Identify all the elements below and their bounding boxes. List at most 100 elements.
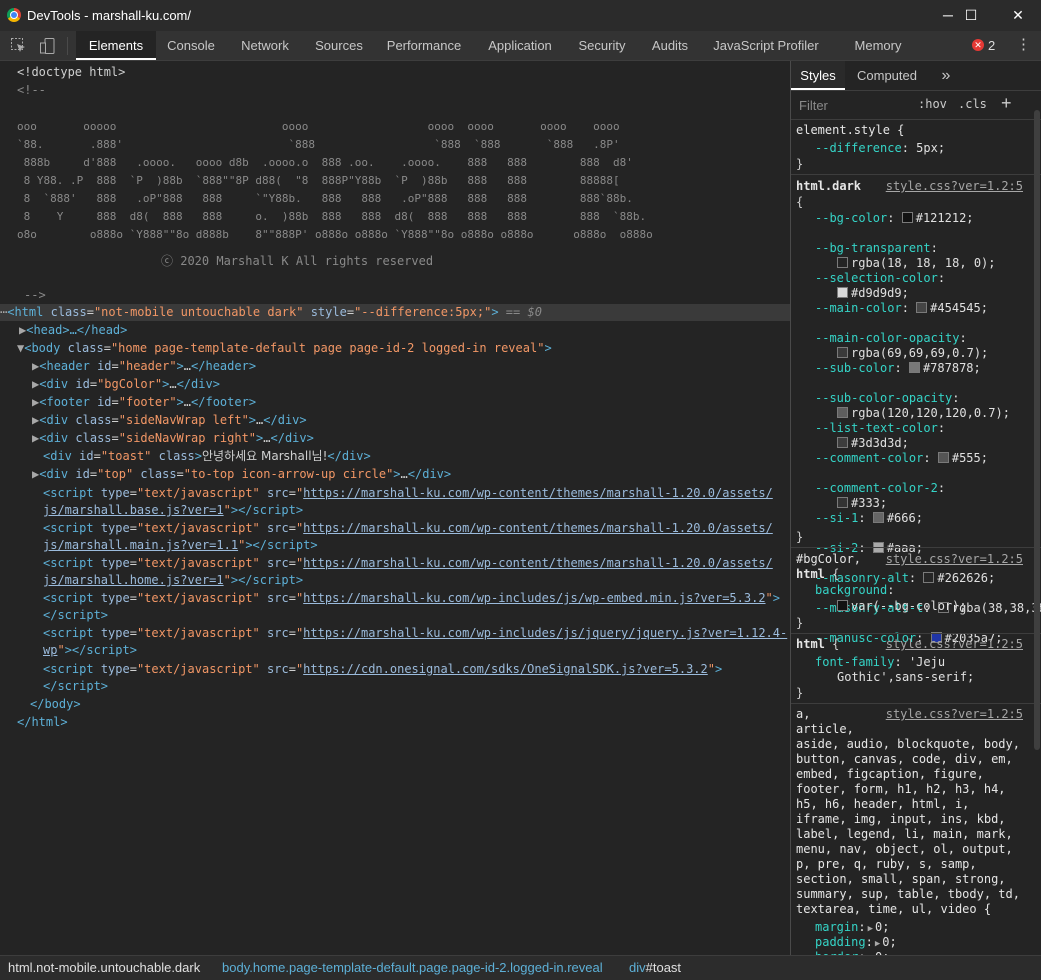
css-variable-declaration[interactable]: --main-color: #454545;	[815, 301, 1041, 316]
reset-selector-line[interactable]: menu, nav, object, ol, output,	[796, 842, 1041, 857]
css-variable-declaration[interactable]: --si-1: #666;	[815, 511, 1041, 526]
error-icon[interactable]: ✕	[972, 39, 984, 51]
color-swatch-icon[interactable]	[937, 452, 949, 463]
script-src-link[interactable]: js/marshall.home.js?ver=1	[43, 573, 224, 587]
css-declaration[interactable]: font-family: 'Jeju	[815, 655, 1041, 670]
dom-node-script[interactable]: <script type="text/javascript" src="http…	[43, 625, 790, 642]
color-swatch-icon[interactable]	[916, 302, 928, 313]
color-swatch-icon[interactable]	[901, 212, 913, 223]
dom-node-bgcolor[interactable]: ▶<div id="bgColor">…</div>	[32, 376, 790, 393]
color-swatch-icon[interactable]	[837, 407, 848, 418]
breadcrumb-html[interactable]: html.not-mobile.untouchable.dark	[8, 960, 200, 975]
dom-comment-open[interactable]: <!--	[17, 82, 790, 99]
script-src-link[interactable]: https://marshall-ku.com/wp-includes/js/w…	[303, 591, 765, 605]
color-swatch-icon[interactable]	[837, 347, 848, 358]
css-variable-declaration[interactable]: --comment-color: #555;	[815, 451, 1041, 466]
dom-node-toast[interactable]: <div id="toast" class>안녕하세요 Marshall님!</…	[43, 448, 790, 465]
dom-node-script-cont[interactable]: js/marshall.base.js?ver=1"></script>	[43, 502, 790, 519]
dom-node-script[interactable]: <script type="text/javascript" src="http…	[43, 555, 790, 572]
color-swatch-icon[interactable]	[872, 512, 884, 523]
css-variable-declaration[interactable]: --bg-transparent:	[815, 241, 1041, 256]
reset-selector-line[interactable]: iframe, img, input, ins, kbd,	[796, 812, 1041, 827]
breadcrumb-body[interactable]: body.home.page-template-default.page.pag…	[222, 960, 603, 975]
css-variable-declaration[interactable]: --selection-color:	[815, 271, 1041, 286]
css-variable-declaration[interactable]: --bg-color: #121212;	[815, 211, 1041, 226]
dom-node-script-cont[interactable]: js/marshall.home.js?ver=1"></script>	[43, 572, 790, 589]
css-variable-declaration[interactable]: --list-text-color:	[815, 421, 1041, 436]
tab-memory[interactable]: Memory	[845, 31, 911, 60]
script-src-link[interactable]: js/marshall.base.js?ver=1	[43, 503, 224, 517]
css-variable-value[interactable]: #3d3d3d;	[837, 436, 1041, 451]
css-variable-declaration[interactable]: --comment-color-2:	[815, 481, 1041, 496]
tab-security[interactable]: Security	[571, 31, 633, 60]
script-src-link[interactable]: https://marshall-ku.com/wp-content/theme…	[303, 521, 773, 535]
reset-selector-line[interactable]: p, pre, q, ruby, s, samp,	[796, 857, 1041, 872]
dom-node-script-close[interactable]: </script>	[43, 607, 790, 624]
script-src-link[interactable]: https://cdn.onesignal.com/sdks/OneSignal…	[303, 662, 708, 676]
dom-node-html-close[interactable]: </html>	[17, 714, 790, 731]
css-variable-declaration[interactable]: --sub-color-opacity:	[815, 391, 1041, 406]
dom-node-sidenav-left[interactable]: ▶<div class="sideNavWrap left">…</div>	[32, 412, 790, 429]
elements-dom-tree[interactable]: <!doctype html> <!-- ooo ooooo oooo oooo…	[0, 61, 790, 955]
dom-node-script[interactable]: <script type="text/javascript" src="http…	[43, 485, 790, 502]
css-declaration[interactable]: margin: ▶ 0;	[815, 920, 1041, 935]
reset-selector-line[interactable]: article,	[796, 722, 1041, 737]
stylesheet-link[interactable]: style.css?ver=1.2:5	[886, 637, 1023, 652]
dom-node-top[interactable]: ▶<div id="top" class="to-top icon-arrow-…	[32, 466, 790, 483]
tab-console[interactable]: Console	[158, 31, 224, 60]
css-declaration[interactable]: padding: ▶ 0;	[815, 935, 1041, 950]
styles-scrollbar[interactable]	[1033, 110, 1041, 750]
more-tabs-icon[interactable]: »	[931, 61, 961, 90]
close-window-button[interactable]: ✕	[995, 0, 1041, 31]
script-src-link[interactable]: https://marshall-ku.com/wp-content/theme…	[303, 486, 773, 500]
tab-audits[interactable]: Audits	[644, 31, 696, 60]
css-declaration-value[interactable]: Gothic',sans-serif;	[837, 670, 1041, 685]
color-swatch-icon[interactable]	[837, 497, 848, 508]
script-src-link[interactable]: https://marshall-ku.com/wp-includes/js/j…	[303, 626, 787, 640]
script-src-link[interactable]: wp	[43, 643, 57, 657]
color-swatch-icon[interactable]	[908, 362, 920, 373]
stylesheet-link[interactable]: style.css?ver=1.2:5	[886, 179, 1023, 194]
tab-elements[interactable]: Elements	[76, 31, 156, 60]
more-options-icon[interactable]: ⋮	[1016, 36, 1031, 54]
reset-selector-line[interactable]: aside, audio, blockquote, body,	[796, 737, 1041, 752]
color-swatch-icon[interactable]	[837, 287, 848, 298]
color-swatch-icon[interactable]	[837, 437, 848, 448]
css-variable-value[interactable]: #333;	[837, 496, 1041, 511]
tab-performance[interactable]: Performance	[380, 31, 468, 60]
reset-selector-line[interactable]: h5, h6, header, html, i,	[796, 797, 1041, 812]
reset-selector-line[interactable]: summary, sup, table, tbody, td,	[796, 887, 1041, 902]
dom-node-sidenav-right[interactable]: ▶<div class="sideNavWrap right">…</div>	[32, 430, 790, 447]
device-toolbar-icon[interactable]	[39, 37, 57, 55]
css-variable-declaration[interactable]: --main-color-opacity:	[815, 331, 1041, 346]
script-src-link[interactable]: https://marshall-ku.com/wp-content/theme…	[303, 556, 773, 570]
reset-selector-line[interactable]: section, small, span, strong,	[796, 872, 1041, 887]
reset-selector-line[interactable]: label, legend, li, main, mark,	[796, 827, 1041, 842]
tab-application[interactable]: Application	[478, 31, 562, 60]
tab-styles[interactable]: Styles	[791, 61, 845, 90]
dom-node-script[interactable]: <script type="text/javascript" src="http…	[43, 590, 790, 607]
dom-node-script-cont[interactable]: wp"></script>	[43, 642, 790, 659]
tab-network[interactable]: Network	[231, 31, 299, 60]
css-variable-value[interactable]: rgba(120,120,120,0.7);	[837, 406, 1041, 421]
dom-node-header[interactable]: ▶<header id="header">…</header>	[32, 358, 790, 375]
css-declaration[interactable]: background:	[815, 583, 1041, 598]
tab-sources[interactable]: Sources	[306, 31, 372, 60]
tab-computed[interactable]: Computed	[851, 61, 923, 90]
dom-node-html-selected[interactable]: ⋯<html class="not-mobile untouchable dar…	[0, 304, 790, 321]
tab-javascript-profiler[interactable]: JavaScript Profiler	[706, 31, 826, 60]
reset-selector-line[interactable]: a,	[796, 707, 1041, 722]
css-declaration[interactable]: --difference: 5px;	[815, 141, 1041, 156]
css-variable-value[interactable]: #d9d9d9;	[837, 286, 1041, 301]
color-swatch-icon[interactable]	[837, 257, 848, 268]
filter-input[interactable]: Filter	[799, 98, 828, 113]
maximize-button[interactable]: ☐	[948, 0, 994, 31]
rule-selector[interactable]: element.style {	[796, 123, 1041, 138]
stylesheet-link[interactable]: style.css?ver=1.2:5	[886, 552, 1023, 567]
dom-node-head[interactable]: ▶<head>…</head>	[19, 322, 790, 339]
dom-node-script[interactable]: <script type="text/javascript" src="http…	[43, 520, 790, 537]
css-variable-value[interactable]: rgba(18, 18, 18, 0);	[837, 256, 1041, 271]
inspect-element-icon[interactable]	[10, 37, 28, 55]
dom-doctype[interactable]: <!doctype html>	[17, 64, 790, 81]
color-swatch-icon[interactable]	[837, 600, 848, 611]
